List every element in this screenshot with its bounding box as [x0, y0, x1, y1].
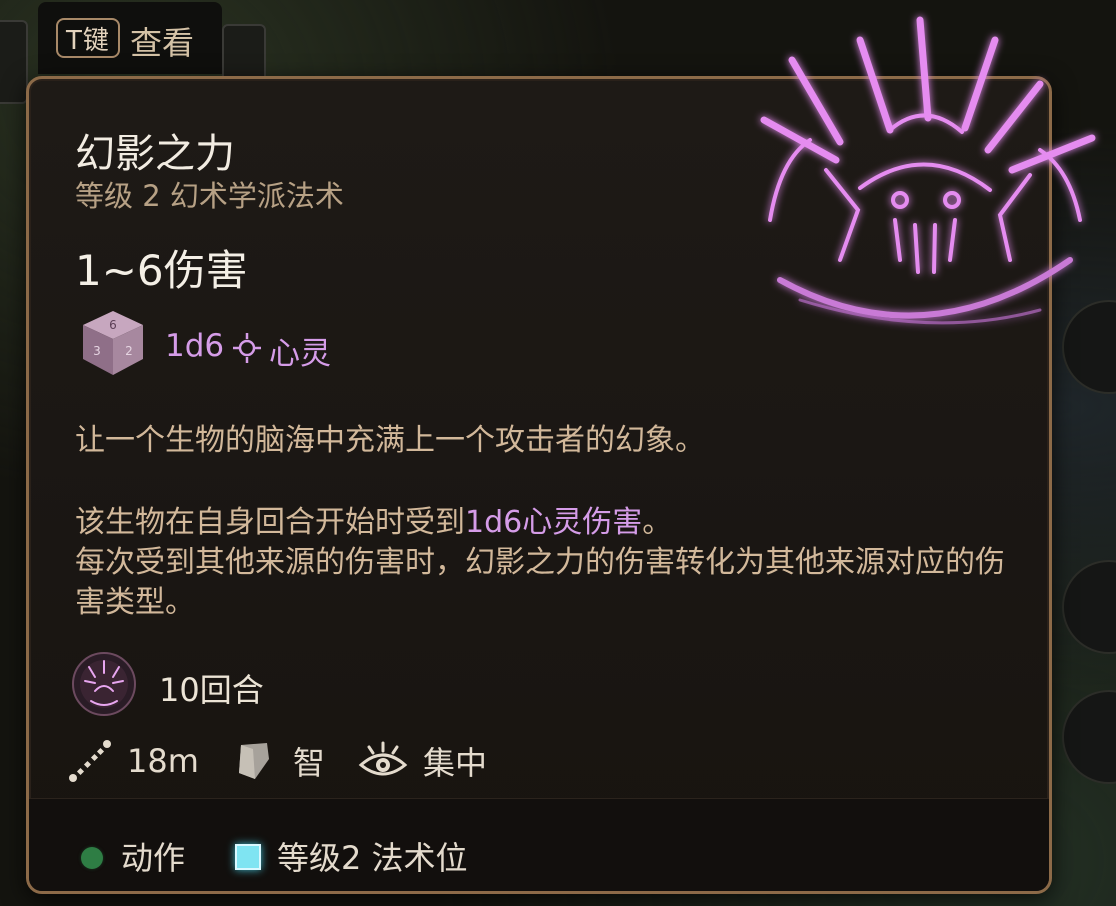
- concentration-label: 集中: [423, 744, 488, 782]
- concentration-icon: [358, 741, 408, 776]
- damage-type: 心灵: [269, 336, 331, 372]
- range-stat: 18m: [67, 739, 199, 783]
- concentration-stat: 集中: [357, 739, 487, 783]
- duration-label: 10回合: [159, 671, 264, 709]
- background-circle: [1062, 560, 1116, 654]
- damage-dice: 1d6: [165, 328, 225, 364]
- background-slot: [0, 20, 28, 104]
- save-ability-icon: [239, 743, 269, 779]
- svg-text:2: 2: [125, 344, 133, 358]
- action-cost-label: 动作: [121, 839, 186, 877]
- spell-name: 幻影之力: [75, 131, 235, 177]
- duration-icon: [72, 652, 136, 716]
- inspect-hint-label: 查看: [130, 24, 195, 62]
- psychic-spell-art: [760, 16, 1096, 325]
- save-stat: 智: [233, 739, 325, 783]
- range-value: 18m: [127, 742, 199, 780]
- action-dot-icon: [81, 847, 103, 869]
- spell-description-summary: 让一个生物的脑海中充满上一个攻击者的幻象。: [75, 423, 705, 458]
- svg-text:6: 6: [109, 318, 117, 332]
- spell-slot-label: 等级2 法术位: [277, 839, 468, 877]
- damage-highlight: 1d6心灵伤害: [465, 505, 643, 540]
- svg-text:3: 3: [93, 344, 101, 358]
- range-icon: [69, 740, 111, 782]
- spell-slot-icon: [235, 844, 261, 870]
- psychic-damage-icon: [233, 333, 261, 363]
- damage-range: 1~6伤害: [75, 246, 248, 295]
- save-ability-value: 智: [293, 744, 326, 782]
- background-circle: [1062, 690, 1116, 784]
- spell-school: 等级 2 幻术学派法术: [75, 179, 344, 213]
- key-badge: T键: [56, 18, 120, 58]
- dice-icon: 6 3 2: [83, 311, 143, 375]
- spell-description-detail: 该生物在自身回合开始时受到1d6心灵伤害。 每次受到其他来源的伤害时，幻影之力的…: [75, 505, 1005, 620]
